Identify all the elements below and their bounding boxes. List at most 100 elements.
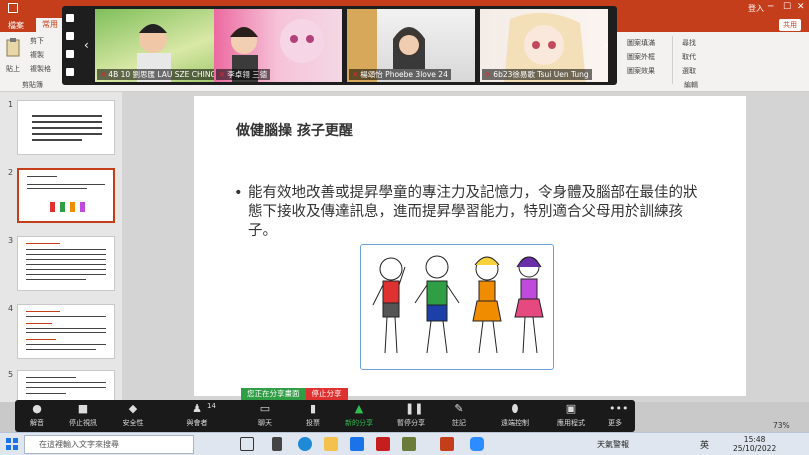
- system-clock[interactable]: 15:48 25/10/2022: [733, 435, 776, 453]
- format-painter-button[interactable]: 複製格: [30, 64, 51, 74]
- annotate-button[interactable]: ✎ 註記: [441, 400, 477, 432]
- windows-taskbar: 在這裡輸入文字來搜尋 天氣警報 英 15:48 25/10/2022: [0, 432, 809, 455]
- slide-thumbnail[interactable]: [17, 100, 115, 155]
- replace-button[interactable]: 取代: [682, 52, 696, 62]
- participant-tile[interactable]: ✕ 4B 10 劉思匯 LAU SZE CHING: [95, 9, 223, 82]
- slide-number: 2: [8, 168, 14, 177]
- video-icon: ■: [77, 402, 89, 415]
- office-icon[interactable]: [376, 437, 390, 451]
- mic-muted-icon: ✕: [352, 70, 359, 79]
- shield-icon: ◆: [128, 402, 138, 415]
- paste-icon[interactable]: [4, 36, 22, 62]
- mic-muted-icon: ✕: [219, 70, 226, 79]
- poll-button[interactable]: ▮ 投票: [295, 400, 331, 432]
- slide-number: 1: [8, 100, 14, 109]
- slide-thumbnail[interactable]: [17, 236, 115, 291]
- windows-start-icon[interactable]: [6, 438, 18, 450]
- share-icon: ▲: [354, 402, 364, 415]
- close-icon[interactable]: ✕: [797, 2, 807, 14]
- weather-alert[interactable]: 天氣警報: [597, 439, 629, 450]
- gallery-icon[interactable]: [66, 68, 74, 76]
- store-icon[interactable]: [350, 437, 364, 451]
- stop-share-button[interactable]: 停止分享: [305, 388, 348, 400]
- app-icon[interactable]: [402, 437, 416, 451]
- tab-file[interactable]: 檔案: [8, 20, 24, 31]
- slide-number: 3: [8, 236, 14, 245]
- save-icon[interactable]: [8, 3, 18, 13]
- task-view-icon[interactable]: [240, 437, 254, 451]
- zoom-meeting-toolbar: ● 解音 ■ 停止視訊 ◆ 安全性 ♟ 與會者 14 ▭ 聊天 ▮ 投票 ▲ 新的分享 ❚❚ 暫停…: [15, 400, 635, 432]
- participant-tile[interactable]: ✕ 楊頌怡 Phoebe 3love 24: [347, 9, 475, 82]
- slide-body-text: 能有效地改善或提昇學童的專注力及記憶力，令身體及腦部在最佳的狀態下接收及傳達訊息…: [248, 185, 698, 239]
- find-button[interactable]: 尋找: [682, 38, 696, 48]
- clipboard-group-label: 剪貼簿: [22, 81, 43, 89]
- cut-button[interactable]: 剪下: [30, 36, 44, 46]
- thumbnail-image: [50, 202, 85, 212]
- remote-control-button[interactable]: ⬮ 遠端控制: [497, 400, 533, 432]
- more-button[interactable]: ••• 更多: [597, 400, 633, 432]
- chat-button[interactable]: ▭ 聊天: [247, 400, 283, 432]
- share-button[interactable]: 共用: [779, 19, 801, 31]
- new-share-button[interactable]: ▲ 新的分享: [341, 400, 377, 432]
- maximize-icon[interactable]: ☐: [783, 2, 793, 14]
- widgets-icon[interactable]: [272, 437, 282, 451]
- participant-name: ✕ 6b23徐易歌 Tsui Uen Tung: [482, 69, 592, 80]
- chat-icon: ▭: [259, 402, 271, 415]
- zoom-app-icon[interactable]: [470, 437, 484, 451]
- select-button[interactable]: 選取: [682, 66, 696, 76]
- security-button[interactable]: ◆ 安全性: [115, 400, 151, 432]
- mute-button[interactable]: ● 解音: [19, 400, 55, 432]
- edge-icon[interactable]: [298, 437, 312, 451]
- poll-icon: ▮: [309, 402, 317, 415]
- slide-thumbnail[interactable]: [17, 370, 115, 402]
- bullet: •: [234, 185, 243, 201]
- share-banner: 您正在分享畫面 停止分享: [241, 388, 348, 400]
- mic-muted-icon: ✕: [485, 70, 492, 79]
- participants-button[interactable]: ♟ 與會者 14: [179, 400, 216, 432]
- sharing-indicator: 您正在分享畫面: [241, 388, 306, 400]
- stop-video-button[interactable]: ■ 停止視訊: [65, 400, 101, 432]
- paste-button[interactable]: 貼上: [6, 64, 20, 74]
- slide-thumbnail[interactable]: [17, 304, 115, 359]
- slide-thumbnail-pane: 1 2 3 4 5: [0, 92, 122, 402]
- pause-icon: ❚❚: [405, 402, 424, 415]
- shape-effect-button[interactable]: 圖案效果: [627, 66, 655, 76]
- remote-icon: ⬮: [511, 402, 519, 415]
- slide-thumbnail-selected[interactable]: [17, 168, 115, 223]
- slide-canvas: 做健腦操 孩子更醒 • 能有效地改善或提昇學童的專注力及記憶力，令身體及腦部在最…: [122, 92, 809, 402]
- login-link[interactable]: 登入: [748, 3, 764, 14]
- zoom-level[interactable]: 73%: [773, 421, 790, 430]
- tab-home[interactable]: 常用: [36, 18, 64, 32]
- taskbar-search-input[interactable]: 在這裡輸入文字來搜尋: [24, 435, 194, 454]
- video-strip: ‹ ✕ 4B 10 劉思匯 LAU SZE CHING ✕ 李卓翎 三德 ✕ 楊頌怡 …: [62, 6, 617, 85]
- shape-fill-button[interactable]: 圖案填滿: [627, 38, 655, 48]
- slide-number: 5: [8, 370, 14, 379]
- slide[interactable]: 做健腦操 孩子更醒 • 能有效地改善或提昇學童的專注力及記憶力，令身體及腦部在最…: [194, 96, 746, 396]
- minimize-icon[interactable]: ─: [768, 2, 778, 14]
- view-mode-icon[interactable]: [66, 32, 74, 40]
- participant-tile[interactable]: ✕ 6b23徐易歌 Tsui Uen Tung: [480, 9, 608, 82]
- slide-number: 4: [8, 304, 14, 313]
- participant-name: ✕ 4B 10 劉思匯 LAU SZE CHING: [97, 69, 220, 80]
- slide-title[interactable]: 做健腦操 孩子更醒: [236, 120, 353, 140]
- input-language[interactable]: 英: [700, 438, 709, 451]
- participant-name: ✕ 楊頌怡 Phoebe 3love 24: [349, 69, 451, 80]
- ribbon-divider: [672, 36, 673, 84]
- copy-button[interactable]: 複製: [30, 50, 44, 60]
- slide-body[interactable]: • 能有效地改善或提昇學童的專注力及記憶力，令身體及腦部在最佳的狀態下接收及傳達…: [234, 184, 704, 241]
- participants-icon: ♟: [192, 402, 202, 415]
- powerpoint-icon[interactable]: [440, 437, 454, 451]
- shape-outline-button[interactable]: 圖案外框: [627, 52, 655, 62]
- next-page-icon[interactable]: ›: [604, 38, 609, 52]
- file-explorer-icon[interactable]: [324, 437, 338, 451]
- editing-group-label: 編輯: [684, 81, 698, 89]
- slide-illustration[interactable]: [360, 244, 554, 370]
- pause-share-button[interactable]: ❚❚ 暫停分享: [393, 400, 429, 432]
- grid-view-icon[interactable]: [66, 50, 74, 58]
- minimize-strip-icon[interactable]: [66, 14, 74, 22]
- participant-tile[interactable]: ✕ 李卓翎 三德: [214, 9, 342, 82]
- apps-button[interactable]: ▣ 應用程式: [553, 400, 589, 432]
- prev-page-icon[interactable]: ‹: [84, 38, 89, 52]
- annotate-icon: ✎: [454, 402, 464, 415]
- mic-icon: ●: [32, 402, 42, 415]
